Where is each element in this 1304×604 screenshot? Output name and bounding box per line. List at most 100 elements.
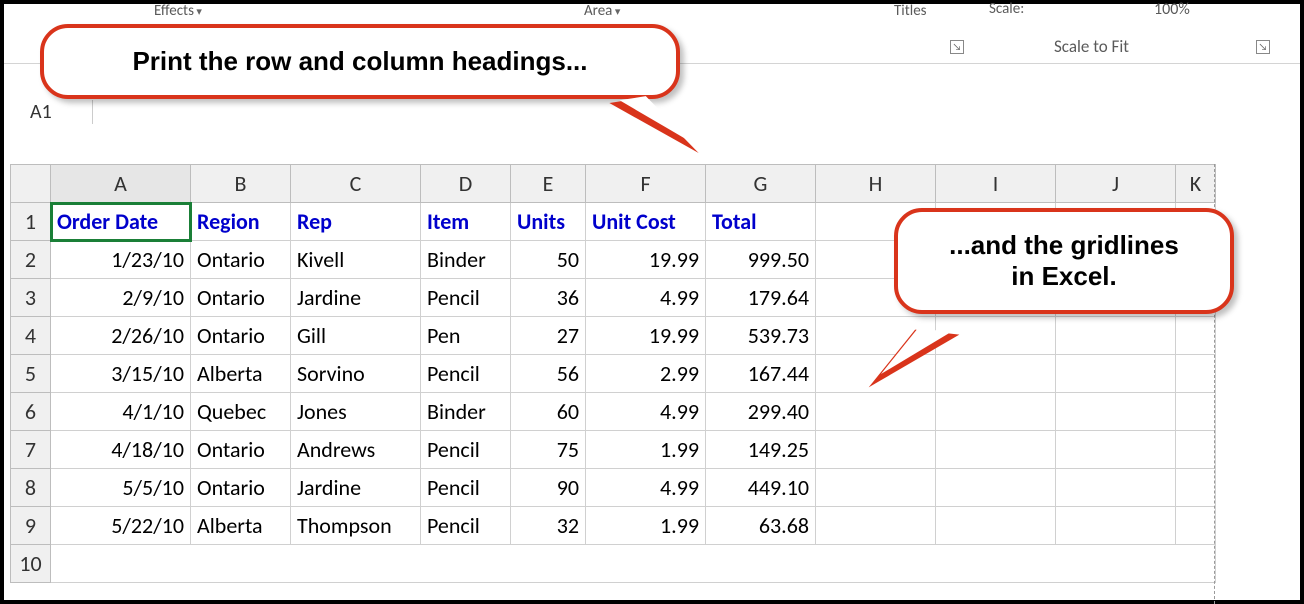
cell[interactable]: Binder	[421, 393, 511, 431]
row-header[interactable]: 2	[11, 241, 51, 279]
cell[interactable]: Kivell	[291, 241, 421, 279]
column-header[interactable]: E	[511, 165, 586, 203]
cell[interactable]: Rep	[291, 203, 421, 241]
cell[interactable]	[816, 507, 936, 545]
cell[interactable]	[816, 393, 936, 431]
cell[interactable]: Ontario	[191, 469, 291, 507]
column-header[interactable]: J	[1056, 165, 1176, 203]
cell[interactable]: Ontario	[191, 317, 291, 355]
cell[interactable]: Order Date	[51, 203, 191, 241]
column-header[interactable]: I	[936, 165, 1056, 203]
cell[interactable]: 90	[511, 469, 586, 507]
cell[interactable]	[1176, 355, 1216, 393]
cell[interactable]	[1056, 393, 1176, 431]
column-header[interactable]: C	[291, 165, 421, 203]
cell[interactable]: 2/9/10	[51, 279, 191, 317]
cell[interactable]: 999.50	[706, 241, 816, 279]
cell[interactable]: Pencil	[421, 507, 511, 545]
cell[interactable]	[1176, 507, 1216, 545]
cell[interactable]: 27	[511, 317, 586, 355]
cell[interactable]: Alberta	[191, 355, 291, 393]
cell[interactable]: Units	[511, 203, 586, 241]
cell[interactable]: 2.99	[586, 355, 706, 393]
row-header[interactable]: 8	[11, 469, 51, 507]
cell[interactable]	[1176, 393, 1216, 431]
cell[interactable]	[816, 469, 936, 507]
cell[interactable]	[1176, 469, 1216, 507]
cell[interactable]: 149.25	[706, 431, 816, 469]
cell[interactable]: 179.64	[706, 279, 816, 317]
cell[interactable]	[1056, 317, 1176, 355]
cell[interactable]	[1056, 469, 1176, 507]
ribbon-print-area[interactable]: Area	[584, 2, 620, 20]
cell[interactable]: 4.99	[586, 393, 706, 431]
cell[interactable]: 5/5/10	[51, 469, 191, 507]
column-header[interactable]: G	[706, 165, 816, 203]
cell[interactable]: 36	[511, 279, 586, 317]
column-header[interactable]: K	[1176, 165, 1216, 203]
column-header[interactable]: B	[191, 165, 291, 203]
cell[interactable]	[936, 431, 1056, 469]
cell[interactable]: Jones	[291, 393, 421, 431]
cell[interactable]: 5/22/10	[51, 507, 191, 545]
cell[interactable]: Pencil	[421, 431, 511, 469]
cell[interactable]: 299.40	[706, 393, 816, 431]
cell[interactable]: Item	[421, 203, 511, 241]
row-header[interactable]: 6	[11, 393, 51, 431]
name-box[interactable]: A1	[30, 100, 93, 124]
cell[interactable]	[936, 393, 1056, 431]
cell[interactable]	[936, 469, 1056, 507]
cell[interactable]: Andrews	[291, 431, 421, 469]
row-header[interactable]: 10	[11, 545, 51, 583]
column-header[interactable]: D	[421, 165, 511, 203]
cell[interactable]: 32	[511, 507, 586, 545]
ribbon-effects[interactable]: Effects	[154, 2, 202, 20]
cell[interactable]: Unit Cost	[586, 203, 706, 241]
cell[interactable]: Region	[191, 203, 291, 241]
cell[interactable]: 4.99	[586, 279, 706, 317]
cell[interactable]: Sorvino	[291, 355, 421, 393]
cell[interactable]	[51, 545, 1216, 583]
cell[interactable]: Alberta	[191, 507, 291, 545]
cell[interactable]: 1/23/10	[51, 241, 191, 279]
cell[interactable]: 4.99	[586, 469, 706, 507]
cell[interactable]: 60	[511, 393, 586, 431]
ribbon-scale-value[interactable]: 100%	[1154, 0, 1190, 19]
cell[interactable]: Pencil	[421, 469, 511, 507]
cell[interactable]: Ontario	[191, 279, 291, 317]
cell[interactable]: 56	[511, 355, 586, 393]
row-header[interactable]: 4	[11, 317, 51, 355]
cell[interactable]	[1056, 355, 1176, 393]
cell[interactable]: 75	[511, 431, 586, 469]
row-header[interactable]: 1	[11, 203, 51, 241]
cell[interactable]: 167.44	[706, 355, 816, 393]
cell[interactable]: Quebec	[191, 393, 291, 431]
row-header[interactable]: 3	[11, 279, 51, 317]
cell[interactable]: 19.99	[586, 317, 706, 355]
cell[interactable]: 2/26/10	[51, 317, 191, 355]
column-header[interactable]: A	[51, 165, 191, 203]
cell[interactable]	[1056, 507, 1176, 545]
cell[interactable]: Pen	[421, 317, 511, 355]
cell[interactable]	[1176, 317, 1216, 355]
cell[interactable]	[1176, 431, 1216, 469]
dialog-launcher-icon[interactable]: ↘	[950, 40, 964, 54]
row-header[interactable]: 5	[11, 355, 51, 393]
column-header[interactable]: F	[586, 165, 706, 203]
row-header[interactable]: 9	[11, 507, 51, 545]
cell[interactable]: Thompson	[291, 507, 421, 545]
dialog-launcher-icon[interactable]: ↘	[1256, 40, 1270, 54]
select-all-corner[interactable]	[11, 165, 51, 203]
ribbon-print-titles[interactable]: Titles	[894, 2, 927, 20]
cell[interactable]: 1.99	[586, 507, 706, 545]
cell[interactable]: Jardine	[291, 279, 421, 317]
cell[interactable]: Pencil	[421, 355, 511, 393]
cell[interactable]: 19.99	[586, 241, 706, 279]
cell[interactable]	[1056, 431, 1176, 469]
cell[interactable]: 50	[511, 241, 586, 279]
cell[interactable]: 3/15/10	[51, 355, 191, 393]
cell[interactable]: 4/1/10	[51, 393, 191, 431]
cell[interactable]	[816, 431, 936, 469]
cell[interactable]: Ontario	[191, 431, 291, 469]
cell[interactable]: Ontario	[191, 241, 291, 279]
